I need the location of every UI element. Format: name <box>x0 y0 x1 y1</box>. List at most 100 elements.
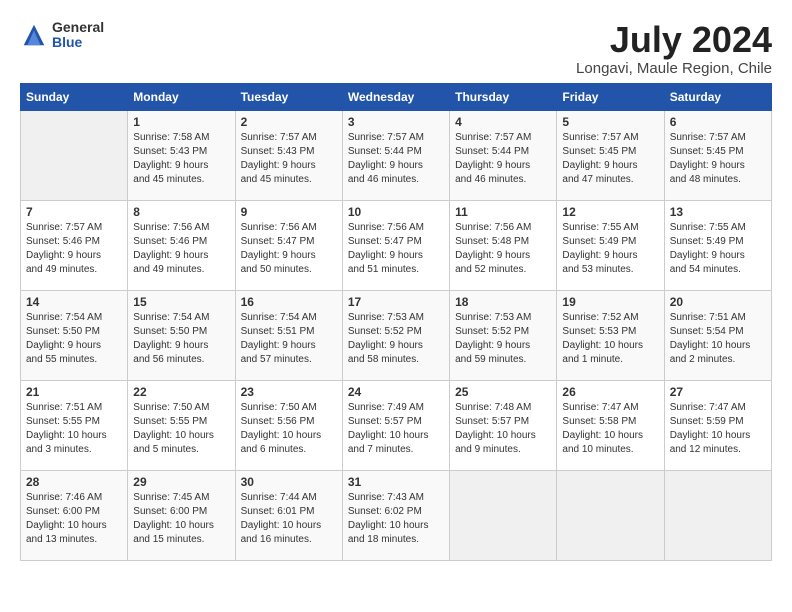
calendar-cell: 26Sunrise: 7:47 AM Sunset: 5:58 PM Dayli… <box>557 380 664 470</box>
week-row-2: 7 Sunrise: 7:57 AM Sunset: 5:46 PM Daylig… <box>21 200 772 290</box>
calendar-cell: 13 Sunrise: 7:55 AM Sunset: 5:49 PM Dayli… <box>664 200 771 290</box>
day-info: Sunrise: 7:57 AM Sunset: 5:44 PM Dayligh… <box>348 131 444 187</box>
calendar-cell: 29Sunrise: 7:45 AM Sunset: 6:00 PM Dayli… <box>128 470 235 560</box>
day-number: 10 <box>348 205 444 219</box>
header-day-saturday: Saturday <box>664 83 771 110</box>
day-number: 4 <box>455 115 551 129</box>
header-day-thursday: Thursday <box>450 83 557 110</box>
header-day-wednesday: Wednesday <box>342 83 449 110</box>
day-number: 1 <box>133 115 229 129</box>
title-block: July 2024 Longavi, Maule Region, Chile <box>576 20 772 77</box>
day-info: Sunrise: 7:56 AM Sunset: 5:47 PM Dayligh… <box>348 221 444 277</box>
day-number: 5 <box>562 115 658 129</box>
day-info: Sunrise: 7:54 AM Sunset: 5:50 PM Dayligh… <box>26 311 122 367</box>
week-row-3: 14 Sunrise: 7:54 AM Sunset: 5:50 PM Dayli… <box>21 290 772 380</box>
day-number: 15 <box>133 295 229 309</box>
calendar-cell: 20 Sunrise: 7:51 AM Sunset: 5:54 PM Dayli… <box>664 290 771 380</box>
day-number: 17 <box>348 295 444 309</box>
calendar-cell: 9Sunrise: 7:56 AM Sunset: 5:47 PM Daylig… <box>235 200 342 290</box>
calendar-cell: 11 Sunrise: 7:56 AM Sunset: 5:48 PM Dayli… <box>450 200 557 290</box>
day-info: Sunrise: 7:48 AM Sunset: 5:57 PM Dayligh… <box>455 401 551 457</box>
day-number: 25 <box>455 385 551 399</box>
calendar-cell: 10 Sunrise: 7:56 AM Sunset: 5:47 PM Dayli… <box>342 200 449 290</box>
calendar-cell <box>21 110 128 200</box>
logo: General Blue <box>20 20 104 51</box>
calendar-cell: 22 Sunrise: 7:50 AM Sunset: 5:55 PM Dayli… <box>128 380 235 470</box>
logo-text: General Blue <box>52 20 104 51</box>
location-subtitle: Longavi, Maule Region, Chile <box>576 60 772 77</box>
day-number: 6 <box>670 115 766 129</box>
calendar-header: SundayMondayTuesdayWednesdayThursdayFrid… <box>21 83 772 110</box>
day-number: 3 <box>348 115 444 129</box>
calendar-cell: 1Sunrise: 7:58 AM Sunset: 5:43 PM Daylig… <box>128 110 235 200</box>
day-number: 7 <box>26 205 122 219</box>
day-number: 29 <box>133 475 229 489</box>
day-number: 23 <box>241 385 337 399</box>
day-info: Sunrise: 7:53 AM Sunset: 5:52 PM Dayligh… <box>348 311 444 367</box>
calendar-cell: 4 Sunrise: 7:57 AM Sunset: 5:44 PM Daylig… <box>450 110 557 200</box>
calendar-cell: 28 Sunrise: 7:46 AM Sunset: 6:00 PM Dayli… <box>21 470 128 560</box>
header-day-monday: Monday <box>128 83 235 110</box>
day-info: Sunrise: 7:50 AM Sunset: 5:56 PM Dayligh… <box>241 401 337 457</box>
day-number: 21 <box>26 385 122 399</box>
day-number: 30 <box>241 475 337 489</box>
day-info: Sunrise: 7:54 AM Sunset: 5:50 PM Dayligh… <box>133 311 229 367</box>
day-number: 9 <box>241 205 337 219</box>
day-number: 22 <box>133 385 229 399</box>
day-info: Sunrise: 7:54 AM Sunset: 5:51 PM Dayligh… <box>241 311 337 367</box>
calendar-cell: 30 Sunrise: 7:44 AM Sunset: 6:01 PM Dayli… <box>235 470 342 560</box>
day-info: Sunrise: 7:53 AM Sunset: 5:52 PM Dayligh… <box>455 311 551 367</box>
day-info: Sunrise: 7:56 AM Sunset: 5:46 PM Dayligh… <box>133 221 229 277</box>
day-number: 20 <box>670 295 766 309</box>
calendar-cell <box>450 470 557 560</box>
calendar-cell: 3 Sunrise: 7:57 AM Sunset: 5:44 PM Daylig… <box>342 110 449 200</box>
day-info: Sunrise: 7:51 AM Sunset: 5:54 PM Dayligh… <box>670 311 766 367</box>
day-number: 13 <box>670 205 766 219</box>
day-info: Sunrise: 7:43 AM Sunset: 6:02 PM Dayligh… <box>348 491 444 547</box>
calendar-cell: 17 Sunrise: 7:53 AM Sunset: 5:52 PM Dayli… <box>342 290 449 380</box>
calendar-cell: 23 Sunrise: 7:50 AM Sunset: 5:56 PM Dayli… <box>235 380 342 470</box>
calendar-cell: 5 Sunrise: 7:57 AM Sunset: 5:45 PM Daylig… <box>557 110 664 200</box>
calendar-cell: 27Sunrise: 7:47 AM Sunset: 5:59 PM Dayli… <box>664 380 771 470</box>
header-day-tuesday: Tuesday <box>235 83 342 110</box>
day-info: Sunrise: 7:49 AM Sunset: 5:57 PM Dayligh… <box>348 401 444 457</box>
day-number: 8 <box>133 205 229 219</box>
month-year-title: July 2024 <box>576 20 772 60</box>
day-info: Sunrise: 7:57 AM Sunset: 5:46 PM Dayligh… <box>26 221 122 277</box>
day-info: Sunrise: 7:50 AM Sunset: 5:55 PM Dayligh… <box>133 401 229 457</box>
logo-icon <box>20 21 48 49</box>
calendar-cell: 21 Sunrise: 7:51 AM Sunset: 5:55 PM Dayli… <box>21 380 128 470</box>
calendar-cell: 8 Sunrise: 7:56 AM Sunset: 5:46 PM Daylig… <box>128 200 235 290</box>
day-number: 11 <box>455 205 551 219</box>
calendar-cell: 16 Sunrise: 7:54 AM Sunset: 5:51 PM Dayli… <box>235 290 342 380</box>
day-info: Sunrise: 7:51 AM Sunset: 5:55 PM Dayligh… <box>26 401 122 457</box>
calendar-cell: 15 Sunrise: 7:54 AM Sunset: 5:50 PM Dayli… <box>128 290 235 380</box>
calendar-cell: 6 Sunrise: 7:57 AM Sunset: 5:45 PM Daylig… <box>664 110 771 200</box>
logo-general: General <box>52 20 104 35</box>
page-header: General Blue July 2024 Longavi, Maule Re… <box>20 20 772 77</box>
day-number: 16 <box>241 295 337 309</box>
day-info: Sunrise: 7:56 AM Sunset: 5:48 PM Dayligh… <box>455 221 551 277</box>
day-info: Sunrise: 7:55 AM Sunset: 5:49 PM Dayligh… <box>670 221 766 277</box>
day-info: Sunrise: 7:46 AM Sunset: 6:00 PM Dayligh… <box>26 491 122 547</box>
day-number: 28 <box>26 475 122 489</box>
day-info: Sunrise: 7:57 AM Sunset: 5:45 PM Dayligh… <box>670 131 766 187</box>
calendar-cell <box>557 470 664 560</box>
calendar-cell: 12 Sunrise: 7:55 AM Sunset: 5:49 PM Dayli… <box>557 200 664 290</box>
day-info: Sunrise: 7:55 AM Sunset: 5:49 PM Dayligh… <box>562 221 658 277</box>
day-info: Sunrise: 7:57 AM Sunset: 5:45 PM Dayligh… <box>562 131 658 187</box>
day-number: 12 <box>562 205 658 219</box>
calendar-cell: 25 Sunrise: 7:48 AM Sunset: 5:57 PM Dayli… <box>450 380 557 470</box>
calendar-cell: 18 Sunrise: 7:53 AM Sunset: 5:52 PM Dayli… <box>450 290 557 380</box>
calendar-cell: 31Sunrise: 7:43 AM Sunset: 6:02 PM Dayli… <box>342 470 449 560</box>
day-number: 24 <box>348 385 444 399</box>
day-number: 27 <box>670 385 766 399</box>
day-info: Sunrise: 7:57 AM Sunset: 5:43 PM Dayligh… <box>241 131 337 187</box>
header-day-friday: Friday <box>557 83 664 110</box>
day-info: Sunrise: 7:57 AM Sunset: 5:44 PM Dayligh… <box>455 131 551 187</box>
day-number: 18 <box>455 295 551 309</box>
calendar-body: 1Sunrise: 7:58 AM Sunset: 5:43 PM Daylig… <box>21 110 772 560</box>
day-info: Sunrise: 7:44 AM Sunset: 6:01 PM Dayligh… <box>241 491 337 547</box>
day-number: 14 <box>26 295 122 309</box>
header-row: SundayMondayTuesdayWednesdayThursdayFrid… <box>21 83 772 110</box>
